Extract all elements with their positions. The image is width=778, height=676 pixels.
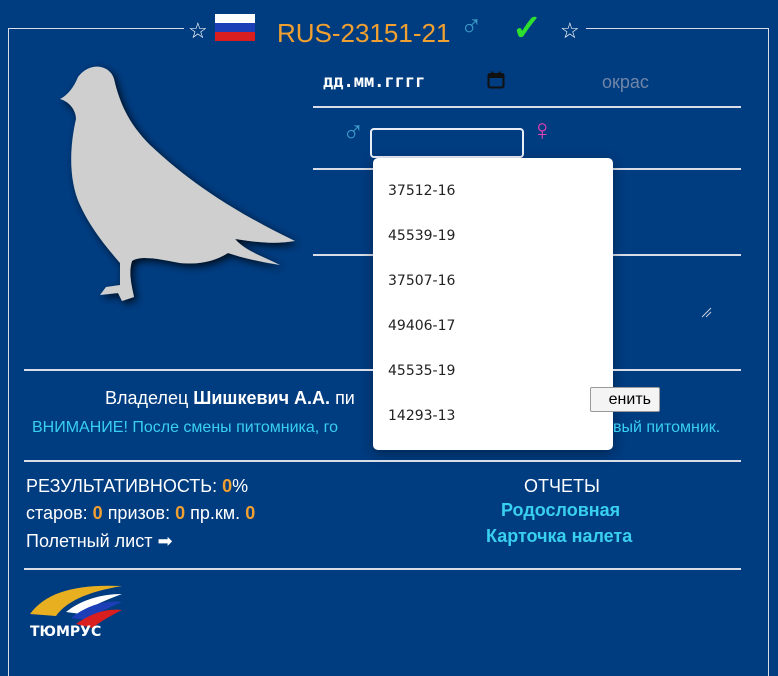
starts-label: старов:: [26, 503, 88, 523]
performance-line: РЕЗУЛЬТАТИВНОСТЬ: 0%: [26, 476, 248, 497]
owner-line: Владелец Шишкевич А.А. пи: [105, 388, 355, 409]
dropdown-item[interactable]: 45539-19: [388, 228, 455, 244]
frame-left: [8, 28, 9, 676]
flight-card-link[interactable]: Карточка налета: [486, 526, 632, 547]
prkm-value: 0: [245, 503, 256, 523]
divider: [313, 106, 741, 108]
star-icon-right: ☆: [560, 18, 580, 43]
flight-sheet-label[interactable]: Полетный лист: [26, 531, 152, 551]
dropdown-item[interactable]: 37512-16: [388, 183, 455, 199]
owner-suffix: пи: [335, 388, 355, 408]
star-icon-left: ☆: [188, 18, 208, 43]
tyumrus-logo: ТЮМРУС: [30, 585, 122, 640]
performance-label: РЕЗУЛЬТАТИВНОСТЬ:: [26, 476, 218, 496]
textarea-resize-handle[interactable]: [700, 306, 712, 318]
divider: [24, 568, 741, 570]
reports-title: ОТЧЕТЫ: [524, 476, 600, 496]
counts-line: старов: 0 призов: 0 пр.км. 0: [26, 503, 255, 524]
change-loft-button[interactable]: енить: [590, 387, 660, 412]
color-input[interactable]: окрас: [602, 72, 649, 93]
check-icon: ✓: [512, 7, 543, 48]
father-male-icon[interactable]: ♂: [342, 118, 365, 148]
percent-sign: %: [232, 476, 249, 496]
frame-top-right: [586, 28, 768, 29]
divider: [613, 369, 741, 371]
prizes-value: 0: [175, 503, 186, 523]
frame-top-left: [8, 28, 184, 29]
owner-name: Шишкевич А.А.: [193, 388, 331, 408]
frame-right: [768, 28, 769, 676]
performance-value: 0: [222, 476, 233, 496]
svg-text:ТЮМРУС: ТЮМРУС: [30, 624, 101, 640]
parent-search-input[interactable]: [370, 128, 524, 158]
warning-text-left: ВНИМАНИЕ! После смены питомника, го: [32, 419, 339, 436]
flight-sheet-link[interactable]: Полетный лист ➡: [26, 531, 173, 552]
dropdown-item[interactable]: 37507-16: [388, 273, 455, 289]
arrow-right-icon[interactable]: ➡: [157, 531, 172, 551]
pedigree-link[interactable]: Родословная: [501, 500, 620, 521]
divider: [24, 369, 373, 371]
pigeon-photo-placeholder[interactable]: [40, 55, 310, 315]
calendar-icon[interactable]: [487, 71, 505, 89]
starts-value: 0: [92, 503, 103, 523]
dropdown-item[interactable]: 14293-13: [388, 408, 455, 424]
birth-date-input[interactable]: дд.мм.гггг: [323, 72, 425, 92]
warning-text-right: вый питомник.: [613, 419, 721, 436]
prizes-label: призов:: [107, 503, 171, 523]
prkm-label: пр.км.: [190, 503, 241, 523]
dropdown-item[interactable]: 45535-19: [388, 363, 455, 379]
russia-flag-icon: [215, 14, 255, 41]
autocomplete-dropdown: 37512-16 45539-19 37507-16 49406-17 4553…: [373, 158, 613, 450]
male-icon: ♂: [460, 10, 483, 43]
ring-number-title: RUS-23151-21: [277, 18, 451, 48]
divider: [24, 460, 741, 462]
mother-female-icon[interactable]: ♀: [531, 116, 554, 146]
dropdown-item[interactable]: 49406-17: [388, 318, 455, 334]
owner-prefix: Владелец: [105, 388, 189, 408]
